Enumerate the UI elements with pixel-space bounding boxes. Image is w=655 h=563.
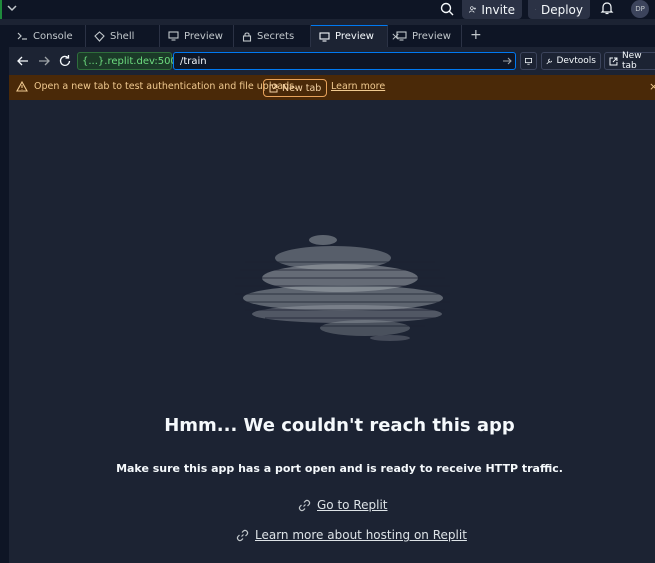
tab-console[interactable]: Console bbox=[9, 25, 86, 47]
new-tab-label: New tab bbox=[621, 51, 642, 71]
error-subtitle: Make sure this app has a port open and i… bbox=[116, 462, 563, 475]
deploy-button[interactable]: Deploy bbox=[528, 0, 590, 19]
search-icon[interactable] bbox=[439, 1, 455, 17]
new-tab-button[interactable]: New tab bbox=[604, 51, 655, 71]
tab-secrets[interactable]: Secrets bbox=[234, 25, 311, 47]
devtools-label: Devtools bbox=[556, 56, 596, 66]
external-link-icon bbox=[609, 57, 618, 65]
link-icon bbox=[236, 529, 249, 541]
bell-icon[interactable] bbox=[600, 1, 614, 15]
go-to-replit-label: Go to Replit bbox=[317, 498, 388, 512]
refresh-icon[interactable] bbox=[58, 54, 72, 68]
tab-bar: Console Shell Preview Secrets Preview × … bbox=[0, 25, 655, 47]
tab-preview-active[interactable]: Preview × bbox=[311, 25, 400, 47]
monitor-icon bbox=[319, 31, 330, 42]
tab-preview-3[interactable]: Preview bbox=[388, 25, 462, 47]
banner-message: Open a new tab to test authentication an… bbox=[34, 81, 298, 92]
forward-arrow-icon[interactable] bbox=[37, 54, 51, 68]
monitor-icon bbox=[525, 57, 532, 65]
monitor-icon bbox=[396, 31, 407, 41]
back-arrow-icon[interactable] bbox=[16, 54, 30, 68]
error-title: Hmm... We couldn't reach this app bbox=[164, 415, 515, 436]
tab-shell[interactable]: Shell bbox=[86, 25, 160, 47]
tab-label: Preview bbox=[335, 31, 374, 42]
close-icon[interactable]: × bbox=[649, 80, 655, 93]
learn-hosting-label: Learn more about hosting on Replit bbox=[255, 528, 467, 542]
enter-arrow-icon[interactable] bbox=[502, 56, 512, 66]
learn-hosting-link[interactable]: Learn more about hosting on Replit bbox=[236, 528, 467, 542]
invite-button[interactable]: Invite bbox=[462, 0, 522, 19]
url-path-input[interactable] bbox=[173, 52, 516, 70]
add-tab-icon[interactable]: + bbox=[470, 27, 482, 43]
wrench-icon bbox=[546, 58, 553, 64]
top-bar: Invite Deploy DP bbox=[0, 0, 655, 19]
banner-new-tab-button[interactable]: New tab bbox=[263, 79, 328, 97]
chevron-down-icon[interactable] bbox=[6, 2, 18, 14]
learn-more-link[interactable]: Learn more bbox=[331, 81, 385, 92]
warning-banner: Open a new tab to test authentication an… bbox=[9, 75, 655, 100]
deploy-icon bbox=[535, 9, 536, 10]
devtools-button[interactable]: Devtools bbox=[541, 52, 601, 70]
warning-icon bbox=[16, 81, 28, 92]
banner-new-tab-label: New tab bbox=[282, 82, 322, 94]
device-preview-button[interactable] bbox=[520, 52, 537, 70]
monitor-icon bbox=[168, 31, 179, 41]
tab-label: Shell bbox=[110, 30, 135, 42]
terminal-icon bbox=[17, 32, 27, 40]
link-icon bbox=[298, 499, 311, 511]
tab-label: Preview bbox=[412, 30, 451, 42]
ascii-cloud-illustration bbox=[235, 235, 450, 341]
add-user-icon bbox=[469, 6, 477, 13]
shell-icon bbox=[94, 30, 105, 42]
origin-label: {...}.replit.dev:5000 bbox=[77, 52, 183, 70]
sidebar-edge bbox=[0, 25, 9, 563]
tab-label: Secrets bbox=[257, 30, 295, 42]
lock-icon bbox=[242, 31, 252, 42]
left-accent-bar bbox=[0, 0, 2, 19]
avatar[interactable]: DP bbox=[631, 0, 649, 18]
tab-label: Preview bbox=[184, 30, 223, 42]
external-link-icon bbox=[269, 84, 278, 92]
invite-label: Invite bbox=[481, 2, 515, 17]
tab-preview-1[interactable]: Preview bbox=[160, 25, 234, 47]
tab-label: Console bbox=[33, 30, 73, 42]
go-to-replit-link[interactable]: Go to Replit bbox=[298, 498, 388, 512]
deploy-label: Deploy bbox=[540, 2, 583, 17]
